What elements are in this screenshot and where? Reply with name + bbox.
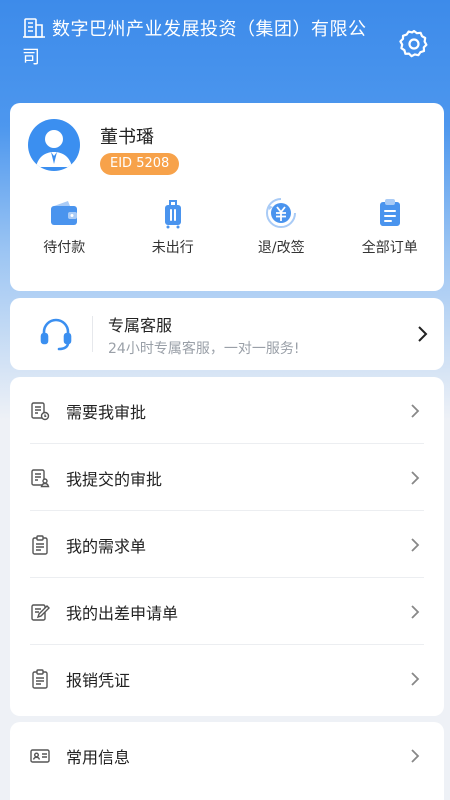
- menu-item-submitted-approval[interactable]: 我提交的审批: [10, 444, 444, 511]
- chevron-right-icon: [411, 605, 420, 619]
- chevron-right-icon: [418, 326, 428, 342]
- order-pending-payment[interactable]: 待付款: [10, 197, 119, 267]
- order-not-traveled[interactable]: 未出行: [119, 197, 228, 267]
- menu-label-requirements: 我的需求单: [66, 537, 147, 556]
- menu-label-pending-approval: 需要我审批: [66, 403, 147, 422]
- menu-item-receipts[interactable]: 报销凭证: [10, 645, 444, 712]
- menu-item-common-info[interactable]: 常用信息: [10, 722, 444, 789]
- eid-badge: EID 5208: [100, 153, 180, 175]
- clipboard-icon: [379, 199, 400, 226]
- headset-icon: [40, 318, 72, 351]
- company-name: 数字巴州产业发展投资（集团）有限公 司: [22, 16, 392, 68]
- menu-item-pending-approval[interactable]: 需要我审批: [10, 377, 444, 444]
- menu-label-receipts: 报销凭证: [66, 671, 131, 690]
- profile-card: 董书璠 EID 5208 待付款 未出行 退/改签 全部订单: [10, 103, 444, 291]
- approval-submitted-icon: [31, 469, 50, 488]
- chevron-right-icon: [411, 404, 420, 418]
- user-name: 董书璠: [100, 127, 154, 148]
- id-card-icon: [30, 749, 50, 763]
- menu-label-trip-application: 我的出差申请单: [66, 604, 179, 623]
- wallet-icon: [51, 201, 78, 225]
- service-title: 专属客服: [108, 316, 173, 335]
- menu-item-trip-application[interactable]: 我的出差申请单: [10, 578, 444, 645]
- order-refund-change[interactable]: 退/改签: [227, 197, 336, 267]
- customer-service-card[interactable]: 专属客服 24小时专属客服，一对一服务!: [10, 298, 444, 370]
- header: 数字巴州产业发展投资（集团）有限公 司: [0, 0, 450, 90]
- order-all-label: 全部订单: [361, 240, 418, 256]
- building-icon: [23, 18, 45, 38]
- receipt-icon: [32, 669, 48, 689]
- service-subtitle: 24小时专属客服，一对一服务!: [108, 341, 300, 357]
- order-refund-change-label: 退/改签: [257, 240, 305, 256]
- approval-pending-icon: [31, 402, 50, 421]
- chevron-right-icon: [411, 749, 420, 763]
- user-avatar-icon: [36, 130, 72, 167]
- order-pending-payment-label: 待付款: [43, 240, 86, 256]
- luggage-icon: [164, 200, 181, 229]
- order-not-traveled-label: 未出行: [151, 240, 194, 256]
- order-shortcuts: 待付款 未出行 退/改签 全部订单: [10, 197, 444, 267]
- avatar[interactable]: [28, 119, 80, 171]
- trip-application-icon: [31, 604, 50, 621]
- service-divider: [92, 316, 93, 352]
- order-all[interactable]: 全部订单: [336, 197, 445, 267]
- chevron-right-icon: [411, 471, 420, 485]
- menu-card: 需要我审批 我提交的审批 我的需求单 我的出差申请单 报销凭证: [10, 377, 444, 716]
- menu-item-requirements[interactable]: 我的需求单: [10, 511, 444, 578]
- settings-icon[interactable]: [398, 28, 430, 60]
- refund-icon: [266, 198, 297, 228]
- chevron-right-icon: [411, 538, 420, 552]
- chevron-right-icon: [411, 672, 420, 686]
- info-card: 常用信息: [10, 722, 444, 800]
- menu-label-submitted-approval: 我提交的审批: [66, 470, 163, 489]
- requirement-icon: [32, 535, 48, 555]
- company-name-line1: 数字巴州产业发展投资（集团）有限公: [52, 19, 367, 40]
- company-name-line2: 司: [22, 47, 41, 68]
- menu-label-common-info: 常用信息: [66, 748, 131, 767]
